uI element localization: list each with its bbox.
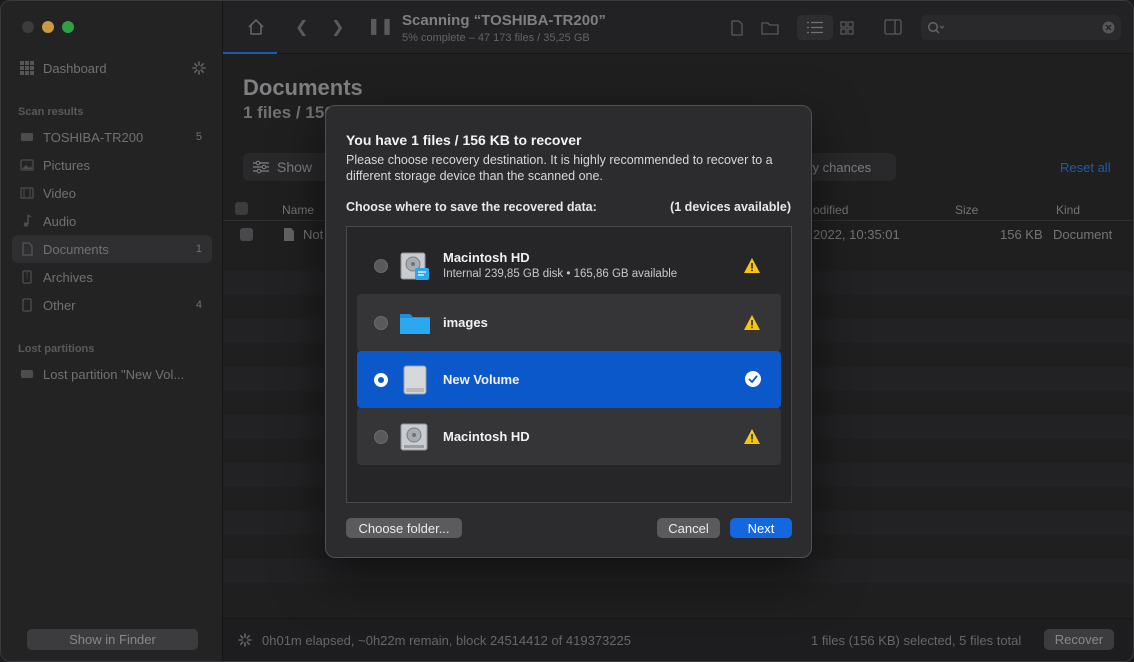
device-radio[interactable] bbox=[374, 316, 388, 330]
app-window: Dashboard Scan results TOSHIBA-TR200 5 P… bbox=[0, 0, 1134, 662]
device-row-macintosh-hd-2[interactable]: Macintosh HD bbox=[357, 408, 781, 465]
device-list: Macintosh HD Internal 239,85 GB disk • 1… bbox=[346, 226, 792, 503]
device-row-macintosh-hd[interactable]: Macintosh HD Internal 239,85 GB disk • 1… bbox=[357, 237, 781, 294]
folder-icon bbox=[400, 314, 430, 334]
device-radio-selected[interactable] bbox=[374, 373, 388, 387]
device-name: New Volume bbox=[443, 372, 520, 387]
choose-destination-label: Choose where to save the recovered data: bbox=[346, 200, 597, 214]
dialog-description: Please choose recovery destination. It i… bbox=[346, 153, 773, 183]
cancel-button[interactable]: Cancel bbox=[657, 518, 720, 538]
device-name: Macintosh HD bbox=[443, 429, 530, 444]
warning-icon bbox=[744, 429, 760, 444]
device-radio[interactable] bbox=[374, 259, 388, 273]
hard-drive-icon bbox=[400, 423, 428, 451]
warning-icon bbox=[744, 315, 760, 330]
hard-drive-icon bbox=[400, 252, 429, 280]
external-drive-icon bbox=[403, 365, 427, 395]
warning-icon bbox=[744, 258, 760, 273]
device-radio[interactable] bbox=[374, 430, 388, 444]
device-row-new-volume[interactable]: New Volume bbox=[357, 351, 781, 408]
device-row-images[interactable]: images bbox=[357, 294, 781, 351]
next-button[interactable]: Next bbox=[730, 518, 792, 538]
device-name: Macintosh HD bbox=[443, 250, 530, 265]
dialog-title: You have 1 files / 156 KB to recover bbox=[346, 132, 582, 148]
checkmark-icon bbox=[745, 371, 761, 387]
devices-available-label: (1 devices available) bbox=[670, 200, 791, 214]
device-name: images bbox=[443, 315, 488, 330]
device-info: Internal 239,85 GB disk • 165,86 GB avai… bbox=[443, 268, 678, 280]
recovery-destination-dialog: You have 1 files / 156 KB to recover Ple… bbox=[325, 105, 812, 558]
choose-folder-button[interactable]: Choose folder... bbox=[346, 518, 462, 538]
